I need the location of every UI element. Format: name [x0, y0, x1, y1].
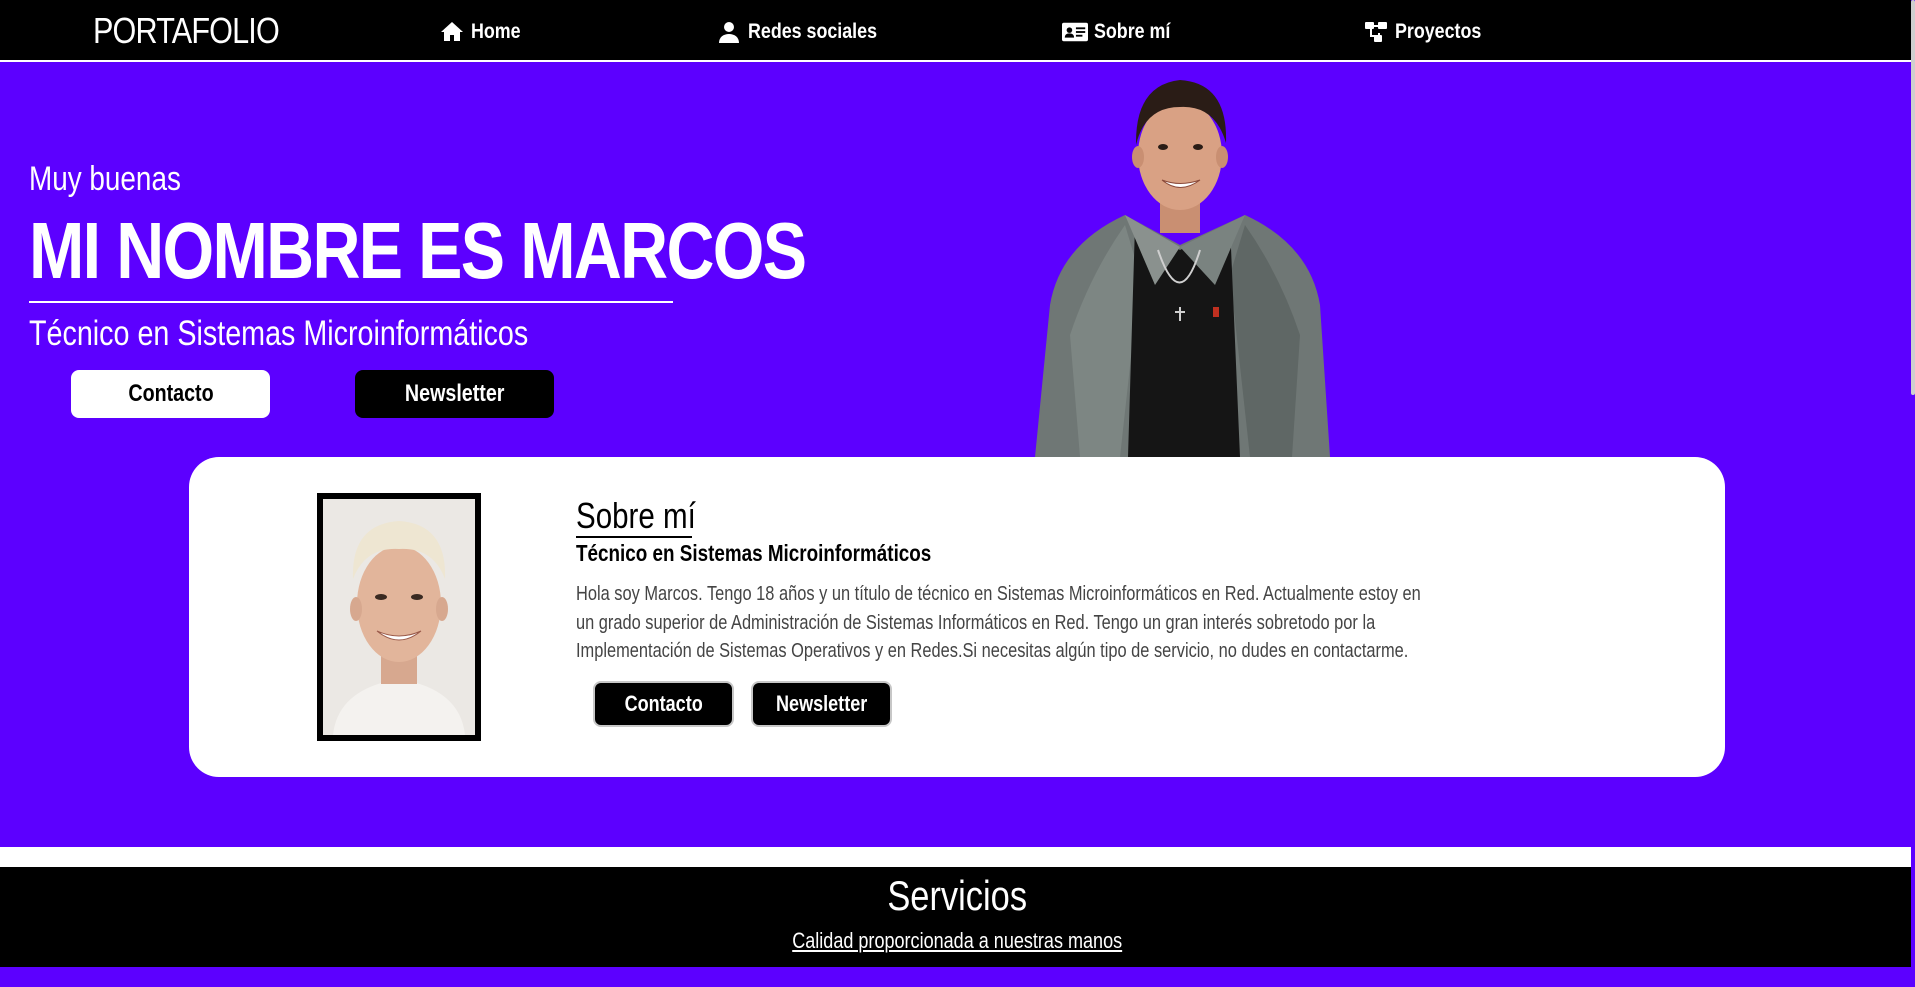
nav-item-redes-sociales[interactable]: Redes sociales — [716, 20, 900, 44]
profile-photo-image — [323, 499, 475, 735]
about-contact-label: Contacto — [624, 691, 703, 716]
hero-portrait-image — [1035, 80, 1330, 457]
scrollbar-thumb[interactable] — [1911, 0, 1915, 395]
hero-greeting: Muy buenas — [29, 160, 181, 198]
user-icon — [719, 22, 739, 43]
hero-contact-label: Contacto — [127, 380, 214, 407]
nav-item-sobre-mi[interactable]: Sobre mí — [1062, 20, 1184, 44]
hero-contact-button[interactable]: Contacto — [71, 370, 270, 418]
services-title-text: Servicios — [887, 872, 1028, 919]
about-contact-button[interactable]: Contacto — [593, 681, 734, 727]
about-title: Sobre mí — [576, 495, 696, 536]
about-subtitle: Técnico en Sistemas Microinformáticos — [576, 540, 932, 566]
about-description: Hola soy Marcos. Tengo 18 años y un títu… — [576, 583, 1421, 662]
hero-newsletter-button[interactable]: Newsletter — [355, 370, 554, 418]
about-photo-frame — [317, 493, 481, 741]
nav-item-proyectos[interactable]: Proyectos — [1363, 20, 1497, 44]
about-title-underline — [576, 536, 692, 538]
services-title: Servicios — [0, 872, 1915, 920]
id-card-icon — [1062, 22, 1088, 42]
nav-item-label: Sobre mí — [1094, 20, 1171, 43]
nav-item-home[interactable]: Home — [439, 20, 529, 44]
sitemap-icon — [1365, 22, 1387, 42]
next-section-edge — [0, 967, 1915, 987]
about-photo — [323, 499, 475, 735]
about-newsletter-button[interactable]: Newsletter — [751, 681, 892, 727]
navbar: PORTAFOLIO Home Redes sociales Sobre mí … — [0, 0, 1915, 62]
home-icon — [441, 22, 463, 41]
services-subtitle-link[interactable]: Calidad proporcionada a nuestras manos — [793, 928, 1123, 954]
nav-item-label: Redes sociales — [748, 20, 878, 43]
hero-name-heading: MI NOMBRE ES MARCOS — [29, 206, 807, 295]
services-subtitle[interactable]: Calidad proporcionada a nuestras manos — [0, 928, 1915, 954]
about-newsletter-label: Newsletter — [775, 691, 868, 716]
hero-newsletter-label: Newsletter — [404, 380, 505, 407]
nav-item-label: Proyectos — [1395, 20, 1482, 43]
brand-logo[interactable]: PORTAFOLIO — [93, 10, 280, 52]
nav-item-label: Home — [471, 20, 521, 43]
hero-subtitle: Técnico en Sistemas Microinformáticos — [29, 314, 529, 353]
section-separator — [0, 847, 1915, 867]
hero-divider — [29, 301, 673, 303]
